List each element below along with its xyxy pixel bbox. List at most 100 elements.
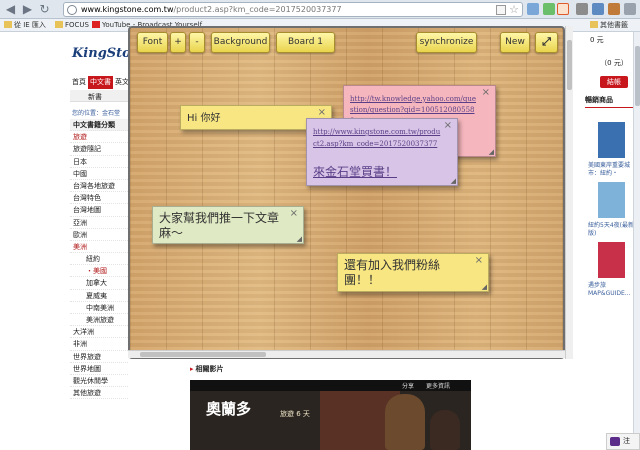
sidebar-item[interactable]: 中國 (70, 168, 128, 180)
sidebar-item[interactable]: 觀光休閒學 (70, 375, 128, 388)
synchronize-button[interactable]: synchronize (416, 32, 477, 53)
nav-chinese-books[interactable]: 中文書 (88, 76, 113, 89)
video-player[interactable]: 分享 更多資訊 奧蘭多 旅遊 6 天 (190, 380, 471, 450)
note-url[interactable]: http://www.kingstone.com.tw/product2.asp… (313, 126, 441, 150)
cart-total: 0 元 (590, 36, 604, 44)
sidebar-item[interactable]: 歐洲 (70, 229, 128, 241)
sidebar-item[interactable]: 非洲 (70, 338, 128, 351)
close-icon[interactable]: × (444, 120, 452, 131)
sticky-notes-board[interactable]: Font + - Background Board 1 synchronize … (128, 26, 565, 359)
url-text: www.kingstone.com.tw/product2.asp?km_cod… (81, 5, 342, 14)
bookmark-item[interactable]: 從 IE 匯入 (4, 20, 46, 31)
resize-handle-icon[interactable]: ◢ (297, 235, 302, 243)
book-cover[interactable] (598, 122, 625, 158)
forward-icon[interactable]: ▶ (20, 2, 35, 17)
book-caption[interactable]: 紐約5天4夜(最新版) (588, 222, 638, 238)
page-action-icon[interactable] (496, 5, 506, 15)
bestsellers-heading: 暢銷商品 (585, 95, 639, 108)
sidebar-item[interactable]: 美洲 (70, 241, 128, 254)
sidebar-item[interactable]: 台灣特色 (70, 192, 128, 205)
page-scroll-thumb[interactable] (635, 46, 640, 106)
sidebar-item[interactable]: 世界地圖 (70, 363, 128, 375)
wrench-menu-icon[interactable] (624, 3, 636, 15)
note-text[interactable]: 來金石堂買書！ (313, 164, 445, 180)
reload-icon[interactable]: ↻ (37, 2, 52, 17)
breadcrumb: 您的位置：金石堂 (72, 110, 121, 117)
background-button[interactable]: Background (211, 32, 270, 53)
page-scrollbar[interactable] (633, 32, 640, 450)
sticky-note[interactable]: 大家幫我們推一下文章麻～ × ◢ (152, 206, 304, 244)
sidebar-item[interactable]: 旅遊 (70, 131, 128, 144)
close-icon[interactable]: × (482, 87, 490, 98)
font-button[interactable]: Font (137, 32, 168, 53)
close-icon[interactable]: × (290, 208, 298, 219)
sticky-note[interactable]: http://www.kingstone.com.tw/product2.asp… (306, 118, 458, 186)
extension-icon[interactable] (543, 3, 555, 15)
fullscreen-button[interactable]: ⤢ (535, 32, 558, 53)
sticky-notes-extension-icon[interactable] (557, 3, 569, 15)
sidebar-item[interactable]: 旅遊隨記 (70, 143, 128, 156)
back-icon[interactable]: ◀ (3, 2, 18, 17)
sidebar-item[interactable]: 中文書籍分類 (70, 119, 128, 132)
new-note-button[interactable]: New (500, 32, 530, 53)
sticky-note[interactable]: 還有加入我們粉絲團！！ × ◢ (337, 253, 489, 292)
video-frame-figure (430, 410, 460, 450)
note-text[interactable]: 大家幫我們推一下文章麻～ (159, 211, 287, 241)
checkout-button[interactable]: 結帳 (600, 76, 628, 88)
extension-icon[interactable] (608, 3, 620, 15)
sidebar-item[interactable]: 大洋洲 (70, 326, 128, 339)
sidebar-item[interactable]: 其他旅遊 (70, 387, 128, 400)
extension-icon[interactable] (592, 3, 604, 15)
top-nav: 首頁 中文書 英文 (70, 76, 131, 89)
nav-home[interactable]: 首頁 (70, 76, 88, 89)
book-cover[interactable] (598, 242, 625, 278)
note-text[interactable]: Hi 你好 (187, 112, 319, 126)
video-top-bar: 分享 更多資訊 (190, 380, 471, 391)
sidebar-item[interactable]: 台灣各地旅遊 (70, 180, 128, 193)
board-hscroll-thumb[interactable] (140, 352, 266, 357)
sidebar-item[interactable]: 紐約 (70, 253, 128, 266)
board-vscroll-thumb[interactable] (567, 40, 572, 90)
youtube-icon (92, 21, 100, 28)
board-horizontal-scrollbar[interactable] (128, 350, 565, 358)
font-increase-button[interactable]: + (170, 32, 186, 53)
close-icon[interactable]: × (318, 107, 326, 118)
board-vertical-scrollbar[interactable] (565, 26, 573, 359)
sidebar-item[interactable]: 日本 (70, 156, 128, 168)
browser-toolbar: ◀ ▶ ↻ www.kingstone.com.tw/product2.asp?… (0, 0, 640, 19)
category-bar: 新書 (70, 90, 128, 102)
bookmark-star-icon[interactable]: ☆ (509, 3, 519, 16)
book-caption[interactable]: 遇步旅MAP&GUIDE... (588, 282, 638, 298)
address-bar[interactable]: www.kingstone.com.tw/product2.asp?km_cod… (63, 2, 523, 17)
board-select-button[interactable]: Board 1 (276, 32, 335, 53)
extension-icon[interactable] (527, 3, 539, 15)
resize-handle-icon[interactable]: ◢ (489, 148, 494, 156)
note-text[interactable]: 還有加入我們粉絲團！！ (344, 258, 472, 288)
book-cover[interactable] (598, 182, 625, 218)
book-caption[interactable]: 美國東岸重要城市：紐約・ (588, 162, 638, 178)
video-share-link[interactable]: 分享 (402, 381, 414, 390)
sidebar-item[interactable]: 亞洲 (70, 217, 128, 229)
folder-icon (55, 21, 63, 28)
other-bookmarks[interactable]: 其他書籤 (590, 20, 628, 31)
resize-handle-icon[interactable]: ◢ (451, 177, 456, 185)
cart-box: （0 元） 結帳 (600, 58, 628, 88)
font-decrease-button[interactable]: - (189, 32, 205, 53)
sidebar-item[interactable]: 台灣地圖 (70, 204, 128, 217)
sidebar-item[interactable]: 中南美洲 (70, 302, 128, 314)
folder-icon (4, 21, 12, 28)
sidebar-item[interactable]: 夏威夷 (70, 290, 128, 302)
page-info-icon (67, 5, 77, 15)
chat-widget[interactable]: 注 (606, 433, 640, 450)
category-bar-label[interactable]: 新書 (88, 92, 102, 102)
close-icon[interactable]: × (475, 255, 483, 266)
sidebar-item[interactable]: 世界旅遊 (70, 351, 128, 363)
sidebar-item[interactable]: ・美國 (70, 265, 128, 278)
sidebar-item[interactable]: 加拿大 (70, 277, 128, 290)
extension-icon[interactable] (576, 3, 588, 15)
resize-handle-icon[interactable]: ◢ (482, 283, 487, 291)
sidebar-item[interactable]: 美洲旅遊 (70, 314, 128, 327)
bookmark-item[interactable]: FOCUS (55, 20, 89, 31)
video-more-info-link[interactable]: 更多資訊 (426, 381, 450, 390)
video-subtitle: 旅遊 6 天 (280, 410, 310, 418)
